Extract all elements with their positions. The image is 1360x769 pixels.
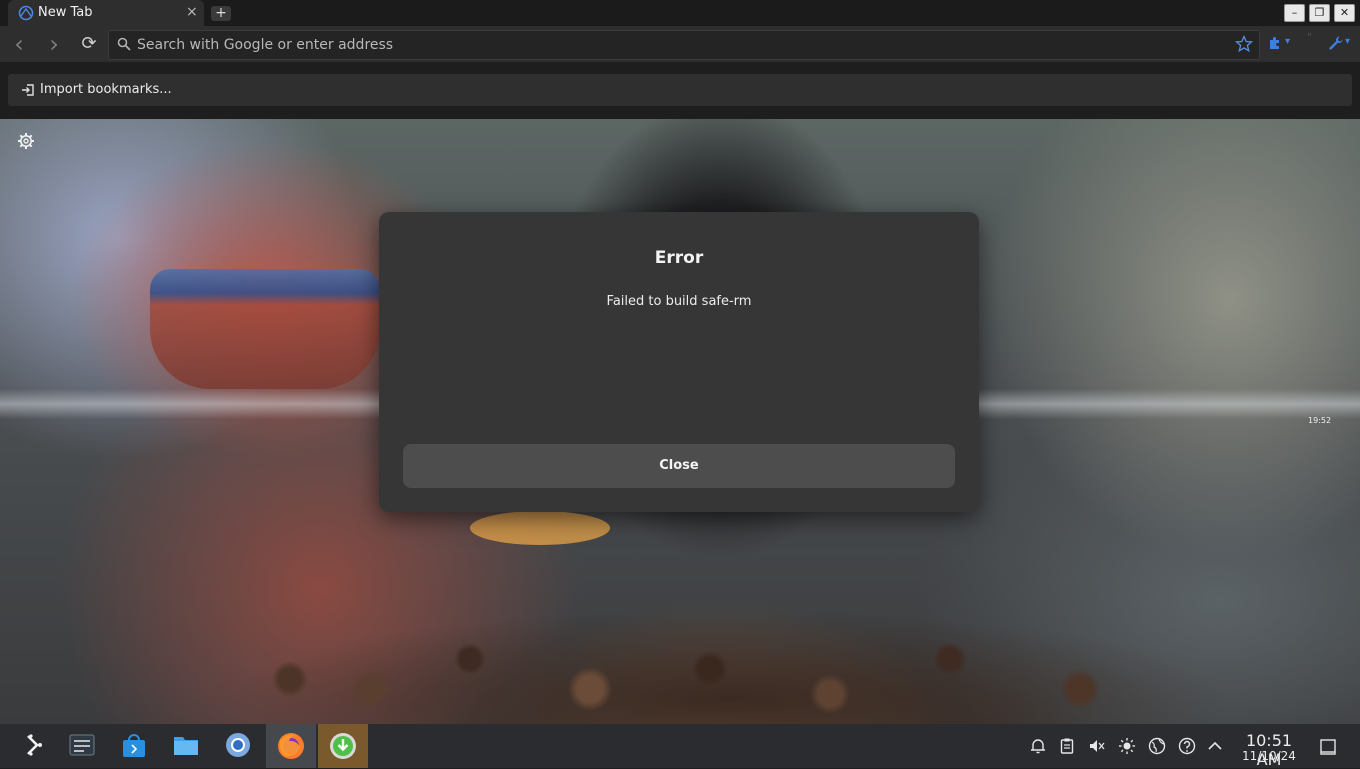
taskbar: 10:51 AM 11/10/24 [0, 724, 1360, 769]
volume-muted-icon[interactable] [1088, 737, 1106, 755]
separator-icon: " [1307, 32, 1312, 43]
new-tab-button[interactable]: + [211, 6, 231, 21]
dialog-title: Error [654, 248, 704, 268]
discover-store-button[interactable] [112, 724, 156, 768]
tab-title: New Tab [38, 5, 93, 20]
wrench-icon[interactable] [1327, 35, 1343, 51]
restore-button[interactable]: ❐ [1309, 4, 1330, 22]
system-settings-icon [69, 734, 95, 756]
chromium-button[interactable] [216, 724, 260, 768]
show-desktop-icon[interactable] [1319, 738, 1337, 756]
dialog-message: Failed to build safe-rm [606, 294, 752, 309]
clipboard-icon[interactable] [1058, 737, 1076, 755]
download-manager-button[interactable] [318, 724, 368, 768]
download-manager-icon [330, 733, 356, 759]
brightness-icon[interactable] [1118, 737, 1136, 755]
address-bar[interactable] [108, 30, 1260, 60]
search-icon [117, 37, 131, 51]
extension-puzzle-icon[interactable] [1267, 35, 1283, 51]
wallpaper-cat-food [230, 589, 1230, 724]
page-settings-gear-icon[interactable] [17, 132, 35, 150]
wallpaper-toy-fish [470, 511, 610, 545]
wallpaper-clock-text: 19:52 [1308, 416, 1332, 425]
file-manager-button[interactable] [164, 724, 208, 768]
dolphin-file-manager-icon [174, 737, 198, 755]
firefox-button[interactable] [266, 724, 316, 768]
error-dialog: Error Failed to build safe-rm Close [379, 212, 979, 512]
browser-logo-icon [18, 5, 34, 21]
bookmarks-bar: Import bookmarks... [0, 62, 1360, 119]
import-bookmarks-button[interactable]: Import bookmarks... [8, 74, 1352, 106]
close-window-button[interactable]: ✕ [1334, 4, 1355, 22]
reload-button[interactable]: ⟳ [79, 34, 99, 54]
wallpaper-mug [150, 269, 380, 389]
forward-button[interactable]: › [44, 32, 64, 56]
chromium-icon [226, 733, 250, 757]
minimize-button[interactable]: – [1284, 4, 1305, 22]
import-icon [22, 84, 34, 96]
notifications-bell-icon[interactable] [1029, 737, 1047, 755]
import-bookmarks-label: Import bookmarks... [40, 82, 172, 97]
navigation-bar: ‹ › ⟳ ▾ " ▾ [0, 26, 1360, 62]
menu-dropdown-icon[interactable]: ▾ [1345, 36, 1350, 47]
back-button[interactable]: ‹ [9, 32, 29, 56]
bookmark-star-icon[interactable] [1235, 35, 1253, 53]
application-launcher-button[interactable] [11, 724, 55, 768]
taskbar-clock-date[interactable]: 11/10/24 [1232, 749, 1306, 763]
help-icon[interactable] [1178, 737, 1196, 755]
firefox-icon [278, 733, 304, 759]
dialog-close-button[interactable]: Close [403, 444, 955, 488]
discover-store-icon [123, 734, 145, 757]
network-globe-icon[interactable] [1148, 737, 1166, 755]
system-settings-button[interactable] [60, 724, 104, 768]
extension-dropdown-icon[interactable]: ▾ [1285, 36, 1290, 47]
tab-bar: New Tab × + – ❐ ✕ [0, 0, 1360, 26]
tab-close-icon[interactable]: × [186, 4, 198, 20]
address-input[interactable] [135, 34, 1219, 56]
application-launcher-icon [27, 734, 42, 756]
tray-expand-chevron-up-icon[interactable] [1206, 737, 1224, 755]
tab-new-tab[interactable]: New Tab × [8, 0, 204, 26]
